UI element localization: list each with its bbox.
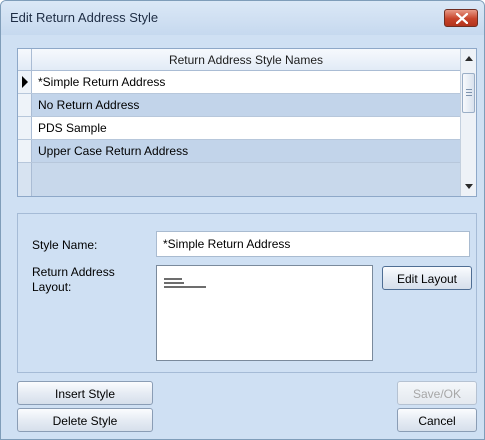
vertical-scrollbar[interactable] — [460, 49, 476, 196]
close-button[interactable] — [444, 9, 478, 27]
layout-preview-line — [164, 286, 206, 288]
row-label: Upper Case Return Address — [38, 144, 189, 158]
edit-layout-button[interactable]: Edit Layout — [382, 266, 472, 290]
layout-preview — [156, 265, 373, 361]
grid-empty-area — [18, 163, 460, 196]
table-row[interactable]: No Return Address — [18, 94, 460, 117]
delete-style-button[interactable]: Delete Style — [17, 408, 153, 432]
scroll-up-button[interactable] — [461, 51, 477, 67]
current-row-arrow-icon — [22, 76, 28, 88]
table-row[interactable]: Upper Case Return Address — [18, 140, 460, 163]
table-row[interactable]: *Simple Return Address — [18, 71, 460, 94]
row-selector[interactable] — [18, 117, 32, 139]
style-names-grid[interactable]: Return Address Style Names *Simple Retur… — [17, 48, 477, 197]
title-bar[interactable]: Edit Return Address Style — [1, 1, 484, 35]
layout-preview-line — [164, 282, 184, 284]
grip-line — [466, 89, 472, 90]
scroll-up-arrow-icon — [465, 56, 473, 61]
scroll-thumb[interactable] — [462, 73, 475, 113]
table-row[interactable]: PDS Sample — [18, 117, 460, 140]
close-icon — [456, 13, 468, 24]
window-title: Edit Return Address Style — [10, 10, 159, 25]
row-label: No Return Address — [38, 98, 140, 112]
row-selector[interactable] — [18, 94, 32, 116]
style-detail-panel: Style Name: *Simple Return Address Retur… — [17, 213, 477, 373]
save-ok-button[interactable]: Save/OK — [397, 381, 477, 405]
row-label: PDS Sample — [38, 121, 107, 135]
insert-style-button[interactable]: Insert Style — [17, 381, 153, 405]
grid-header: Return Address Style Names — [18, 49, 460, 71]
grip-line — [466, 95, 472, 96]
style-name-label: Style Name: — [32, 238, 98, 252]
grip-line — [466, 92, 472, 93]
layout-label-line2: Layout: — [32, 280, 72, 294]
row-selector — [18, 163, 32, 196]
scroll-down-arrow-icon — [465, 184, 473, 189]
row-label: *Simple Return Address — [38, 75, 166, 89]
scroll-down-button[interactable] — [461, 178, 477, 194]
grid-header-label: Return Address Style Names — [168, 53, 324, 67]
cancel-button[interactable]: Cancel — [397, 408, 477, 432]
style-name-input[interactable]: *Simple Return Address — [156, 231, 470, 257]
dialog-window: Edit Return Address Style Return Address… — [0, 0, 485, 440]
row-selector[interactable] — [18, 140, 32, 162]
row-selector[interactable] — [18, 71, 32, 93]
layout-preview-line — [164, 278, 182, 280]
grid-header-corner — [18, 49, 32, 71]
layout-label-line1: Return Address — [32, 265, 115, 279]
